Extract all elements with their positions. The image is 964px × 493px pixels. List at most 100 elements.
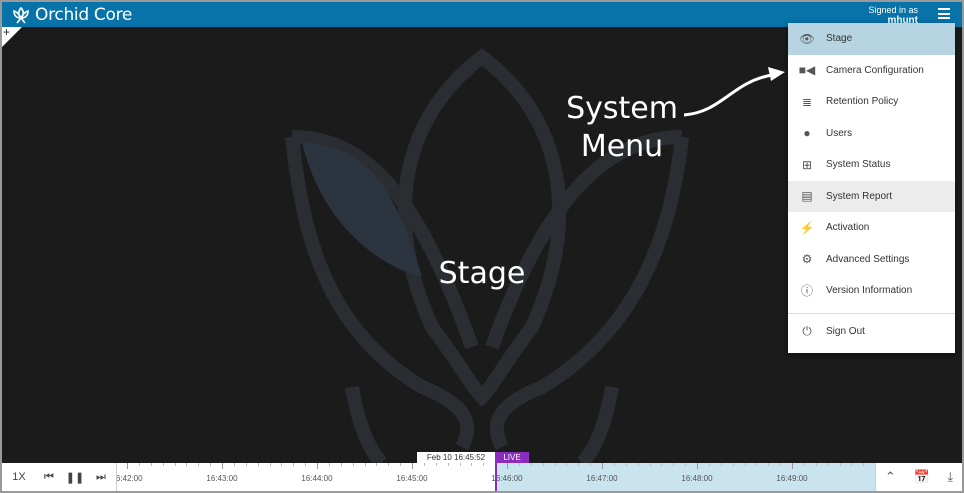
timeline-tick bbox=[459, 463, 461, 466]
app-window: Stage System Menu Orchid Core Signed in … bbox=[2, 2, 962, 491]
timeline-tick bbox=[423, 463, 425, 466]
timeline-tick bbox=[483, 463, 485, 466]
menu-label: Sign Out bbox=[826, 325, 865, 337]
info-icon: ⓘ bbox=[800, 284, 813, 299]
skip-back-icon[interactable]: ⏮ bbox=[36, 471, 62, 484]
add-panel-button[interactable]: + bbox=[2, 25, 22, 47]
timeline-tick bbox=[127, 463, 128, 469]
timeline-tick bbox=[162, 463, 164, 466]
timeline-tick bbox=[732, 463, 734, 466]
timeline-tick bbox=[507, 463, 508, 469]
download-icon[interactable]: ⤓ bbox=[947, 469, 953, 485]
menu-label: System Report bbox=[826, 190, 893, 202]
timeline-label: 16:49:00 bbox=[776, 474, 808, 483]
orchid-logo-icon bbox=[13, 6, 29, 23]
menu-item-advanced-settings[interactable]: ⚙ Advanced Settings bbox=[788, 244, 955, 276]
eye-icon: 👁 bbox=[799, 31, 815, 46]
timeline-tick bbox=[697, 463, 698, 469]
timeline-tick bbox=[245, 463, 247, 466]
playhead[interactable] bbox=[495, 463, 497, 491]
timeline-tick bbox=[578, 463, 580, 466]
timeline-tick bbox=[269, 463, 271, 466]
timeline-tick bbox=[174, 463, 176, 466]
timeline-tick bbox=[815, 463, 817, 466]
calendar-icon[interactable]: 📅 bbox=[913, 469, 929, 485]
menu-item-system-status[interactable]: ⊞ System Status bbox=[788, 149, 955, 181]
skip-forward-icon[interactable]: ⏭ bbox=[88, 471, 114, 484]
timeline-tick bbox=[780, 463, 782, 466]
timeline-tick bbox=[768, 463, 770, 466]
timeline-tick bbox=[198, 463, 200, 466]
timeline-tick bbox=[186, 463, 188, 466]
timeline-tick bbox=[649, 463, 651, 466]
timeline-tick bbox=[138, 463, 140, 466]
timeline-tick bbox=[281, 463, 283, 466]
menu-label: Version Information bbox=[826, 285, 913, 297]
timeline-tick bbox=[602, 463, 603, 469]
database-icon: ≣ bbox=[801, 94, 813, 109]
pause-icon[interactable]: ❚❚ bbox=[62, 471, 88, 484]
timeline-tick bbox=[210, 463, 212, 466]
current-time-label: Feb 10 16:45:52 bbox=[417, 452, 495, 463]
timeline-tick bbox=[685, 463, 687, 466]
timeline-tick bbox=[637, 463, 639, 466]
chevron-up-icon[interactable]: ⌃ bbox=[885, 469, 896, 485]
menu-item-users[interactable]: ● Users bbox=[788, 118, 955, 150]
signed-in-label: Signed in as bbox=[868, 5, 918, 15]
hamburger-menu-icon[interactable] bbox=[938, 8, 950, 22]
timeline-tick bbox=[400, 463, 402, 466]
timeline-tick bbox=[613, 463, 615, 466]
timeline-tick bbox=[827, 463, 829, 466]
timeline-tick bbox=[661, 463, 663, 466]
playback-bar: 1X ⏮ ❚❚ ⏭ 16:42:00 16:43:00 16:44:00 16:… bbox=[2, 463, 962, 491]
app-title: Orchid Core bbox=[35, 5, 133, 25]
gears-icon: ⚙ bbox=[801, 252, 813, 267]
timeline-tick bbox=[720, 463, 722, 466]
menu-item-stage[interactable]: 👁 Stage bbox=[788, 23, 955, 55]
timeline-tick bbox=[447, 463, 449, 466]
timeline-tick bbox=[530, 463, 532, 466]
timeline-label: 16:47:00 bbox=[586, 474, 618, 483]
power-icon: ⏻ bbox=[802, 323, 812, 338]
timeline-tick bbox=[352, 463, 354, 466]
timeline-tick bbox=[257, 463, 259, 466]
timeline-tick bbox=[542, 463, 544, 466]
user-icon: ● bbox=[803, 126, 811, 141]
timeline-tick bbox=[518, 463, 520, 466]
timeline-tick bbox=[340, 463, 342, 466]
plus-icon: + bbox=[3, 25, 11, 39]
timeline-label: 16:43:00 bbox=[206, 474, 238, 483]
timeline-tick bbox=[566, 463, 568, 466]
timeline-tick bbox=[328, 463, 330, 466]
menu-item-version-information[interactable]: ⓘ Version Information bbox=[788, 275, 955, 307]
timeline-actions: ⌃ 📅 ⤓ bbox=[875, 463, 962, 491]
menu-label: System Status bbox=[826, 159, 891, 171]
menu-item-system-report[interactable]: ▤ System Report bbox=[788, 180, 955, 212]
timeline[interactable]: 16:42:00 16:43:00 16:44:00 16:45:00 16:4… bbox=[117, 463, 875, 491]
timeline-tick bbox=[305, 463, 307, 466]
timeline-tick bbox=[863, 463, 865, 466]
timeline-label: 16:44:00 bbox=[301, 474, 333, 483]
plug-icon: ⚡ bbox=[799, 220, 815, 235]
timeline-tick bbox=[792, 463, 793, 469]
menu-item-retention-policy[interactable]: ≣ Retention Policy bbox=[788, 86, 955, 118]
live-button[interactable]: LIVE bbox=[495, 452, 529, 463]
menu-label: Advanced Settings bbox=[826, 253, 910, 265]
timeline-tick bbox=[364, 463, 366, 466]
logo[interactable]: Orchid Core bbox=[12, 5, 132, 25]
speed-button[interactable]: 1X bbox=[2, 471, 36, 483]
menu-label: Users bbox=[826, 127, 853, 139]
timeline-tick bbox=[554, 463, 556, 466]
timeline-tick bbox=[435, 463, 437, 466]
menu-item-sign-out[interactable]: ⏻ Sign Out bbox=[788, 314, 955, 349]
menu-item-camera-configuration[interactable]: ■◀ Camera Configuration bbox=[788, 55, 955, 87]
timeline-tick bbox=[744, 463, 746, 466]
timeline-tick bbox=[471, 463, 473, 466]
timeline-tick bbox=[625, 463, 627, 466]
timeline-tick bbox=[590, 463, 592, 466]
report-icon: ▤ bbox=[801, 189, 813, 204]
menu-item-activation[interactable]: ⚡ Activation bbox=[788, 212, 955, 244]
medkit-icon: ⊞ bbox=[801, 157, 813, 172]
menu-label: Activation bbox=[826, 222, 870, 234]
timeline-tick bbox=[839, 463, 841, 466]
